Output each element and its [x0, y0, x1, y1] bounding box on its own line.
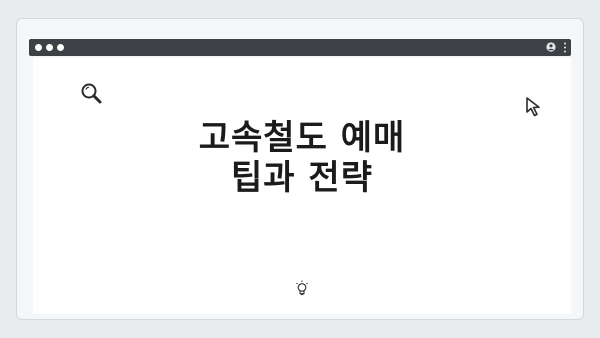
window-maximize-button[interactable] — [57, 44, 64, 51]
browser-titlebar — [29, 39, 571, 56]
cursor-icon — [526, 97, 540, 117]
window-minimize-button[interactable] — [46, 44, 53, 51]
page-frame: 고속철도 예매 팁과 전략 — [0, 0, 600, 338]
lightbulb-icon — [296, 280, 308, 296]
slide-content: 고속철도 예매 팁과 전략 — [33, 58, 571, 314]
search-icon — [81, 83, 102, 104]
profile-icon[interactable] — [546, 42, 556, 52]
kebab-menu-icon[interactable] — [563, 42, 567, 53]
window-close-button[interactable] — [35, 44, 42, 51]
slide-title-line-2: 팁과 전략 — [231, 158, 373, 198]
slide-title-line-1: 고속철도 예매 — [198, 118, 406, 158]
slide-title: 고속철도 예매 팁과 전략 — [33, 118, 571, 198]
